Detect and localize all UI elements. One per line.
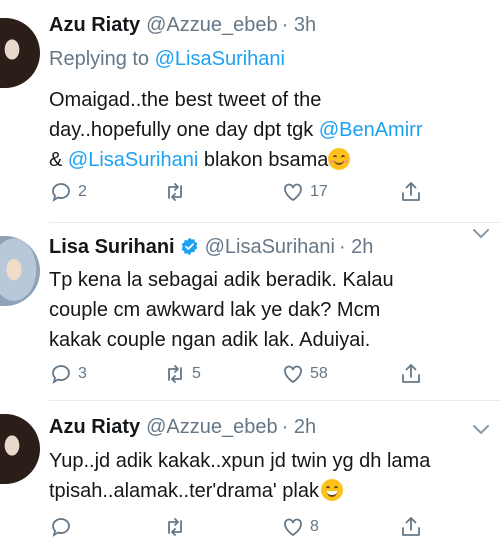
retweet-button[interactable]: 5: [163, 362, 201, 386]
like-icon: [284, 518, 302, 537]
like-count: 17: [310, 183, 328, 200]
like-button[interactable]: 58: [281, 362, 328, 386]
tweet-text-fragment: blakon bsama: [198, 149, 329, 171]
tweet-line: Tp kena la sebagai adik beradik. Kalau: [49, 269, 394, 291]
share-icon: [402, 517, 420, 536]
tweet-1[interactable]: Azu Riaty @Azzue_ebeb · 3h Replying to @…: [0, 0, 500, 210]
tweet-text: Tp kena la sebagai adik beradik. Kalau c…: [49, 265, 494, 355]
tweet-text-fragment: tpisah..alamak..ter'drama' plak: [49, 480, 319, 502]
avatar[interactable]: [0, 414, 40, 484]
tweet-actions: 8: [49, 515, 489, 545]
tweet-text: Omaigad..the best tweet of the day..hope…: [49, 85, 494, 175]
replying-to: Replying to @LisaSurihani: [49, 48, 285, 71]
retweet-button[interactable]: [163, 180, 192, 204]
tweet-line: kakak couple ngan adik lak. Aduiyai.: [49, 329, 371, 351]
tweet-header: Azu Riaty @Azzue_ebeb · 2h: [49, 416, 316, 439]
display-name[interactable]: Lisa Surihani: [49, 236, 175, 259]
reply-button[interactable]: [49, 515, 78, 539]
tweet-line: couple cm awkward lak ye dak? Mcm: [49, 299, 381, 321]
user-handle[interactable]: @LisaSurihani: [205, 236, 335, 259]
chevron-down-icon[interactable]: [472, 228, 490, 240]
retweet-count: 5: [192, 365, 201, 382]
tweet-line: day..hopefully one day dpt tgk @BenAmirr: [49, 115, 494, 145]
reply-icon: [52, 183, 70, 202]
reply-icon: [52, 518, 70, 537]
user-handle[interactable]: @Azzue_ebeb: [146, 416, 278, 439]
reply-button[interactable]: 3: [49, 362, 87, 386]
timestamp[interactable]: · 2h: [282, 416, 316, 439]
tweet-line: & @LisaSurihani blakon bsama: [49, 145, 494, 175]
tweet-text: Yup..jd adik kakak..xpun jd twin yg dh l…: [49, 446, 494, 506]
share-icon: [402, 364, 420, 383]
retweet-button[interactable]: [163, 515, 192, 539]
tweet-3[interactable]: Azu Riaty @Azzue_ebeb · 2h Yup..jd adik …: [0, 400, 500, 560]
like-icon: [284, 183, 302, 202]
share-button[interactable]: [399, 180, 423, 204]
like-icon: [284, 365, 302, 384]
tweet-2[interactable]: Lisa Surihani @LisaSurihani · 2h Tp kena…: [0, 222, 500, 400]
tweet-line: Yup..jd adik kakak..xpun jd twin yg dh l…: [49, 450, 431, 472]
chevron-down-icon[interactable]: [472, 424, 490, 436]
reply-count: 2: [78, 183, 87, 200]
tweet-text-fragment: day..hopefully one day dpt tgk: [49, 119, 319, 141]
share-button[interactable]: [399, 362, 423, 386]
smiling-face-icon: [328, 148, 351, 170]
tweet-text-fragment: &: [49, 149, 68, 171]
timestamp[interactable]: · 3h: [282, 14, 316, 37]
retweet-icon: [168, 518, 182, 536]
mention-link[interactable]: @LisaSurihani: [68, 149, 198, 171]
replying-label: Replying to: [49, 48, 150, 70]
reply-icon: [52, 365, 70, 384]
verified-icon: [181, 237, 197, 256]
tweet-header: Lisa Surihani @LisaSurihani · 2h: [49, 234, 373, 259]
tweet-actions: 3 5 58: [49, 362, 489, 392]
display-name[interactable]: Azu Riaty: [49, 14, 140, 37]
retweet-icon: [168, 365, 182, 383]
avatar[interactable]: [0, 236, 40, 306]
like-count: 8: [310, 518, 319, 535]
user-handle[interactable]: @Azzue_ebeb: [146, 14, 278, 37]
tweet-header: Azu Riaty @Azzue_ebeb · 3h: [49, 14, 316, 37]
mention-link[interactable]: @BenAmirr: [319, 119, 423, 141]
display-name[interactable]: Azu Riaty: [49, 416, 140, 439]
tweet-line: Omaigad..the best tweet of the: [49, 89, 322, 111]
like-count: 58: [310, 365, 328, 382]
timestamp[interactable]: · 2h: [339, 236, 373, 259]
reply-button[interactable]: 2: [49, 180, 87, 204]
grinning-sweat-face-icon: [320, 479, 343, 501]
share-icon: [402, 182, 420, 201]
avatar[interactable]: [0, 18, 40, 88]
share-button[interactable]: [399, 515, 423, 539]
reply-count: 3: [78, 365, 87, 382]
like-button[interactable]: 17: [281, 180, 328, 204]
retweet-icon: [168, 183, 182, 201]
replying-mention[interactable]: @LisaSurihani: [155, 48, 285, 70]
tweet-actions: 2 17: [49, 180, 489, 210]
tweet-line: tpisah..alamak..ter'drama' plak: [49, 476, 494, 506]
like-button[interactable]: 8: [281, 515, 319, 539]
